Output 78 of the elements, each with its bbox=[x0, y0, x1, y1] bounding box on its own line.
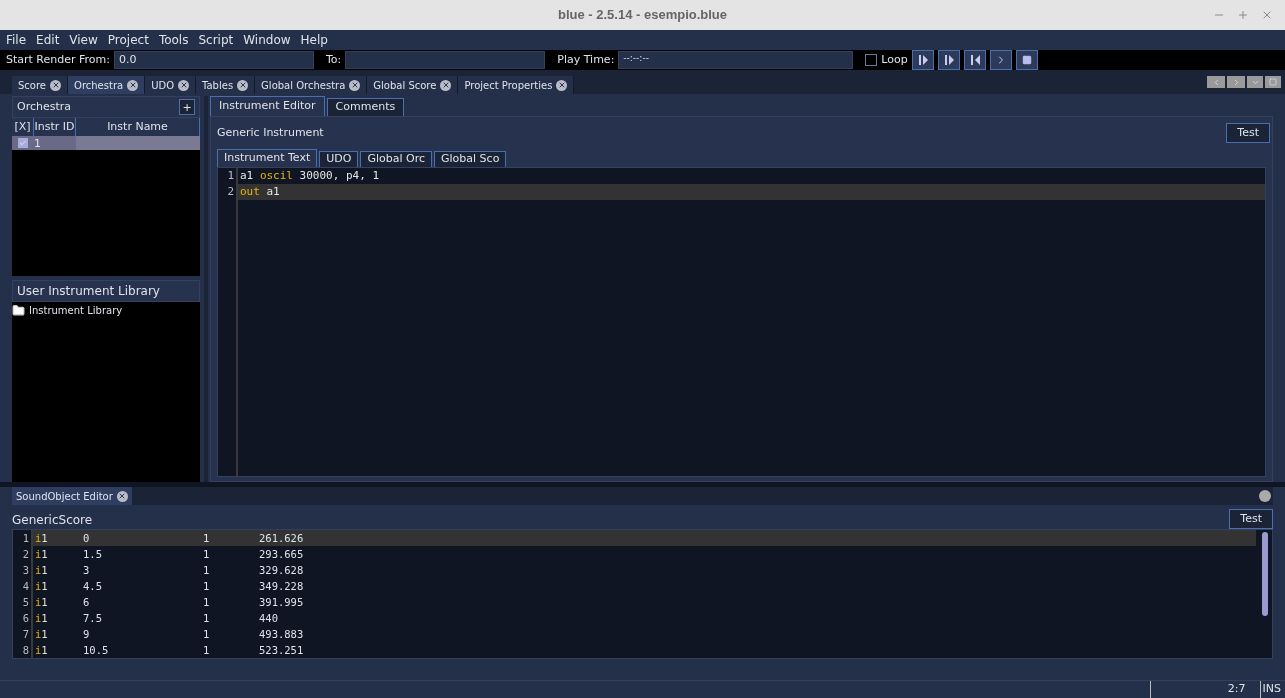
play-time-label: Play Time: bbox=[557, 51, 615, 68]
menu-item[interactable]: File bbox=[6, 31, 27, 49]
table-cell-text: 1 bbox=[34, 136, 42, 150]
play-icon[interactable] bbox=[989, 50, 1012, 70]
score-line: i1 10.5 1 523.251 bbox=[34, 643, 305, 658]
code-editor[interactable]: 1 2 a1 oscil 30000, p4, 1 out a1 bbox=[217, 167, 1266, 477]
to-field[interactable] bbox=[345, 51, 546, 69]
line-number: 7 bbox=[22, 627, 29, 642]
menu-item[interactable]: Window bbox=[243, 31, 291, 49]
tab[interactable]: Score bbox=[12, 76, 68, 94]
menu-item[interactable]: Help bbox=[300, 31, 328, 49]
start-render-label: Start Render From: bbox=[6, 51, 110, 68]
step-forward-icon[interactable] bbox=[937, 50, 960, 70]
cursor-position: 2:7 bbox=[1149, 681, 1260, 698]
folder-icon bbox=[12, 303, 25, 317]
score-line: i1 9 1 493.883 bbox=[34, 627, 305, 642]
line-number: 5 bbox=[22, 595, 29, 610]
tab[interactable]: Orchestra bbox=[68, 76, 146, 94]
editor-tab[interactable]: Comments bbox=[326, 98, 405, 116]
test-button[interactable]: Test bbox=[1226, 123, 1270, 143]
close-icon[interactable] bbox=[50, 79, 61, 91]
tab[interactable]: Global Score bbox=[367, 76, 459, 94]
tab[interactable]: Project Properties bbox=[458, 76, 575, 94]
close-icon[interactable] bbox=[556, 79, 568, 91]
tab[interactable]: Tables bbox=[196, 76, 256, 94]
score-line: i1 6 1 391.995 bbox=[34, 595, 305, 610]
close-icon[interactable] bbox=[237, 79, 249, 91]
close-icon[interactable] bbox=[116, 490, 128, 502]
menu-item[interactable]: Edit bbox=[36, 31, 60, 49]
text-tab[interactable]: Instrument Text bbox=[217, 149, 318, 167]
line-number: 8 bbox=[22, 643, 29, 658]
score-line: i1 4.5 1 349.228 bbox=[34, 579, 305, 594]
line-number: 2 bbox=[22, 547, 29, 562]
tree-item[interactable]: Instrument Library bbox=[12, 302, 200, 318]
tab[interactable]: Global Orchestra bbox=[255, 76, 368, 94]
line-number: 1 bbox=[227, 168, 234, 184]
menu-item[interactable]: View bbox=[69, 31, 98, 49]
menu-item[interactable]: Script bbox=[198, 31, 234, 49]
line-number: 1 bbox=[22, 531, 29, 546]
editor-tab[interactable]: Instrument Editor bbox=[210, 96, 325, 116]
close-icon[interactable] bbox=[127, 79, 139, 91]
score-line: i1 1.5 1 293.665 bbox=[34, 547, 305, 562]
text-tab[interactable]: UDO bbox=[319, 151, 359, 167]
menu-item[interactable]: Tools bbox=[158, 31, 189, 49]
close-icon[interactable] bbox=[349, 79, 361, 91]
close-icon[interactable] bbox=[440, 79, 452, 91]
tab[interactable]: UDO bbox=[145, 76, 197, 94]
line-number: 4 bbox=[22, 579, 29, 594]
panel-tab[interactable]: SoundObject Editor bbox=[12, 487, 132, 505]
score-line: i1 3 1 329.628 bbox=[34, 563, 305, 578]
code-line: a1 oscil 30000, p4, 1 bbox=[239, 168, 381, 184]
close-icon[interactable] bbox=[178, 79, 190, 91]
play-time-field[interactable]: --:--:-- bbox=[618, 51, 854, 69]
step-back-icon[interactable] bbox=[963, 50, 986, 70]
start-render-field[interactable]: 0.0 bbox=[114, 51, 314, 69]
line-number: 2 bbox=[227, 184, 234, 200]
score-line: i1 7.5 1 440 bbox=[34, 611, 279, 626]
text-tab[interactable]: Global Orc bbox=[360, 151, 433, 167]
instrument-row[interactable]: 1 bbox=[12, 136, 200, 150]
orchestra-title: Orchestra bbox=[17, 98, 72, 115]
enabled-checkbox[interactable] bbox=[18, 138, 28, 148]
stop-icon[interactable] bbox=[1015, 50, 1038, 70]
insert-mode: INS bbox=[1259, 681, 1285, 698]
add-instrument-button[interactable]: + bbox=[179, 99, 195, 115]
instrument-title: Generic Instrument bbox=[217, 124, 324, 141]
library-title: User Instrument Library bbox=[17, 283, 160, 300]
loop-checkbox[interactable] bbox=[865, 54, 878, 66]
menu-item[interactable]: Project bbox=[107, 31, 149, 49]
score-editor[interactable]: 1 2 3 4 5 6 7 8 i1 0 1 261.626 i1 1.5 1 293.665 i1 3 1 329.628 i1 4.5 1 349.228 i1 6 1 391.995 i1 7.5 1 440 i1 9 1 493.883 i1 10.5 1 523.251 bbox=[12, 529, 1273, 659]
line-number: 6 bbox=[22, 611, 29, 626]
test-button[interactable]: Test bbox=[1229, 509, 1273, 529]
text-tab[interactable]: Global Sco bbox=[434, 151, 507, 167]
scrollbar-thumb[interactable] bbox=[1262, 532, 1268, 616]
score-title: GenericScore bbox=[12, 512, 93, 529]
line-number: 3 bbox=[22, 563, 29, 578]
to-label: To: bbox=[326, 51, 342, 68]
loop-label: Loop bbox=[881, 51, 908, 68]
window-title: blue - 2.5.14 - esempio.blue bbox=[557, 6, 728, 25]
